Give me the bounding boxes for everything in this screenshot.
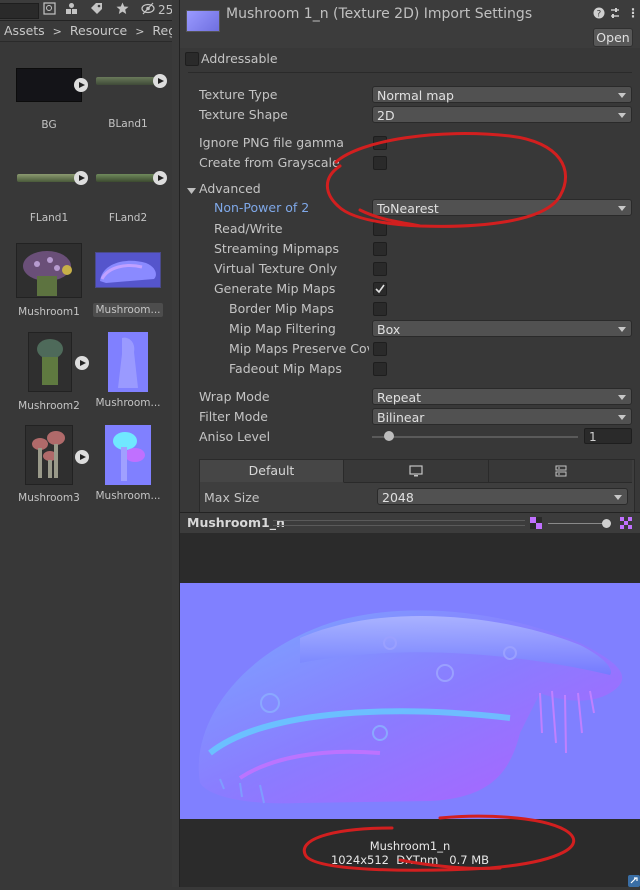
red-circle-annotation-size — [302, 814, 576, 872]
red-circle-annotation-advanced — [325, 132, 567, 228]
annotation-overlay — [302, 132, 576, 872]
